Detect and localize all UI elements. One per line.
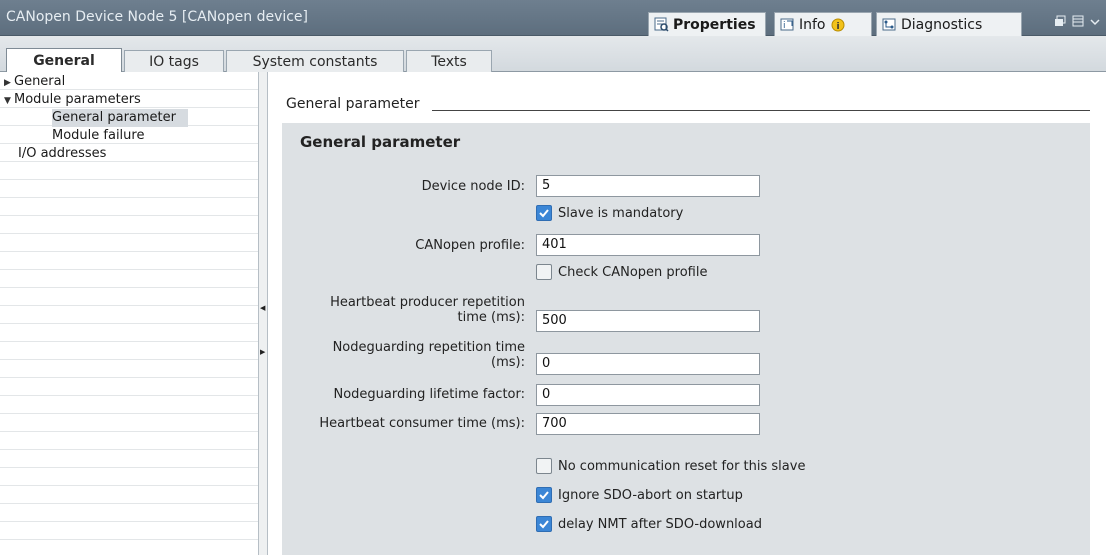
- device-node-id-field[interactable]: 5: [536, 175, 760, 197]
- properties-icon: [653, 17, 669, 33]
- expand-right-icon[interactable]: ▶: [260, 348, 265, 356]
- tab-io-tags[interactable]: IO tags: [124, 50, 224, 72]
- panel-heading: General parameter: [300, 133, 461, 151]
- tab-info-label: Info: [799, 16, 826, 33]
- parameter-editor: General parameter General parameter Devi…: [268, 72, 1106, 555]
- tab-properties[interactable]: Properties: [648, 12, 766, 36]
- nodeguarding-repetition-field[interactable]: 0: [536, 353, 760, 375]
- tab-system-constants[interactable]: System constants: [226, 50, 404, 72]
- window-title: CANopen Device Node 5 [CANopen device]: [6, 9, 309, 25]
- general-parameter-panel: General parameter Device node ID: 5 Slav…: [282, 123, 1090, 555]
- heartbeat-consumer-label: Heartbeat consumer time (ms):: [319, 416, 525, 431]
- nav-item-general[interactable]: ▶ General: [4, 73, 65, 91]
- panel-splitter[interactable]: ◀ ▶: [258, 72, 268, 555]
- tab-diagnostics-label: Diagnostics: [901, 16, 983, 33]
- collapse-left-icon[interactable]: ◀: [260, 304, 265, 312]
- section-title: General parameter: [286, 96, 420, 112]
- info-warning-icon: i: [830, 17, 846, 33]
- checkbox-checked-icon[interactable]: [536, 487, 552, 503]
- tab-general[interactable]: General: [6, 48, 122, 73]
- expand-arrow-icon[interactable]: ▶: [4, 74, 14, 92]
- nav-item-io-addresses[interactable]: I/O addresses: [18, 145, 106, 163]
- no-communication-reset-checkbox[interactable]: No communication reset for this slave: [536, 458, 805, 474]
- tab-texts[interactable]: Texts: [406, 50, 492, 72]
- check-canopen-profile-checkbox[interactable]: Check CANopen profile: [536, 264, 707, 280]
- slave-mandatory-checkbox[interactable]: Slave is mandatory: [536, 205, 683, 221]
- device-node-id-label: Device node ID:: [421, 179, 525, 194]
- canopen-profile-label: CANopen profile:: [415, 238, 525, 253]
- heartbeat-producer-label: Heartbeat producer repetition time (ms):: [330, 295, 525, 325]
- nav-item-module-failure[interactable]: Module failure: [52, 127, 144, 145]
- window-controls: [1054, 15, 1100, 30]
- svg-text:i: i: [783, 21, 786, 31]
- nodeguarding-lifetime-field[interactable]: 0: [536, 384, 760, 406]
- nodeguarding-lifetime-label: Nodeguarding lifetime factor:: [333, 387, 525, 402]
- float-window-icon[interactable]: [1054, 15, 1066, 30]
- inspector-tab-row: General IO tags System constants Texts: [0, 36, 1106, 73]
- section-divider: [432, 110, 1090, 111]
- nav-item-module-parameters[interactable]: ▼ Module parameters: [4, 91, 141, 109]
- checkbox-unchecked-icon[interactable]: [536, 458, 552, 474]
- svg-text:i: i: [836, 22, 839, 32]
- canopen-profile-field[interactable]: 401: [536, 234, 760, 256]
- tab-diagnostics[interactable]: Diagnostics: [876, 12, 1022, 36]
- delay-nmt-checkbox[interactable]: delay NMT after SDO-download: [536, 516, 762, 532]
- tab-info[interactable]: i Info i: [774, 12, 872, 36]
- nodeguarding-repetition-label: Nodeguarding repetition time (ms):: [332, 340, 525, 370]
- info-icon: i: [779, 17, 795, 33]
- tab-properties-label: Properties: [673, 16, 756, 33]
- maximize-icon[interactable]: [1072, 15, 1084, 30]
- heartbeat-consumer-field[interactable]: 700: [536, 413, 760, 435]
- heartbeat-producer-field[interactable]: 500: [536, 310, 760, 332]
- navigation-tree: ▶ General ▼ Module parameters General para…: [0, 72, 258, 555]
- nav-item-general-parameter[interactable]: General parameter: [52, 109, 188, 127]
- checkbox-checked-icon[interactable]: [536, 205, 552, 221]
- collapse-arrow-icon[interactable]: ▼: [4, 92, 14, 110]
- inspector-title-bar: CANopen Device Node 5 [CANopen device] P…: [0, 0, 1106, 36]
- checkbox-unchecked-icon[interactable]: [536, 264, 552, 280]
- chevron-down-icon[interactable]: [1090, 16, 1100, 30]
- ignore-sdo-abort-checkbox[interactable]: Ignore SDO-abort on startup: [536, 487, 743, 503]
- checkbox-checked-icon[interactable]: [536, 516, 552, 532]
- diagnostics-icon: [881, 17, 897, 33]
